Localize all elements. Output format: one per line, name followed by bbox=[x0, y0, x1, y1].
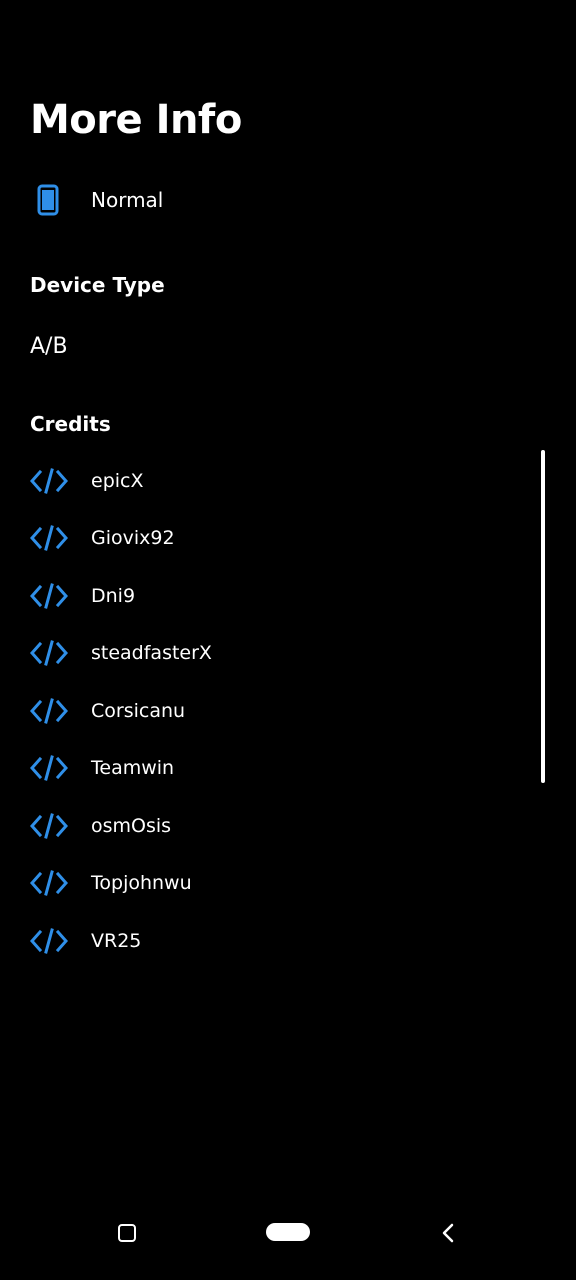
credits-list: epicX Giovix92 Dni9 steadfasterX Corsica… bbox=[30, 452, 212, 970]
credit-name: Topjohnwu bbox=[91, 872, 192, 895]
credit-item[interactable]: steadfasterX bbox=[30, 625, 212, 683]
device-type-heading: Device Type bbox=[30, 273, 165, 297]
credit-name: osmOsis bbox=[91, 814, 172, 837]
credit-item[interactable]: epicX bbox=[30, 452, 212, 510]
code-icon bbox=[30, 638, 68, 668]
credit-item[interactable]: Corsicanu bbox=[30, 682, 212, 740]
code-icon bbox=[30, 523, 68, 553]
credit-item[interactable]: Giovix92 bbox=[30, 510, 212, 568]
home-pill-icon[interactable] bbox=[266, 1223, 310, 1241]
code-icon bbox=[30, 581, 68, 611]
code-icon bbox=[30, 868, 68, 898]
credit-name: steadfasterX bbox=[91, 642, 212, 665]
mode-label: Normal bbox=[91, 188, 164, 212]
code-icon bbox=[30, 466, 68, 496]
scrollbar[interactable] bbox=[541, 450, 545, 783]
code-icon bbox=[30, 926, 68, 956]
device-type-value: A/B bbox=[30, 334, 68, 359]
recents-icon[interactable] bbox=[118, 1224, 136, 1242]
credit-item[interactable]: Teamwin bbox=[30, 740, 212, 798]
page-title: More Info bbox=[30, 97, 242, 143]
credit-name: Teamwin bbox=[91, 757, 175, 780]
credit-name: VR25 bbox=[91, 929, 142, 952]
credit-item[interactable]: Dni9 bbox=[30, 567, 212, 625]
back-chevron-icon[interactable] bbox=[438, 1222, 458, 1244]
code-icon bbox=[30, 753, 68, 783]
credit-item[interactable]: osmOsis bbox=[30, 797, 212, 855]
code-icon bbox=[30, 811, 68, 841]
credit-name: Corsicanu bbox=[91, 699, 186, 722]
credits-heading: Credits bbox=[30, 412, 111, 436]
credit-name: epicX bbox=[91, 469, 144, 492]
mode-row: Normal bbox=[30, 178, 163, 222]
smartphone-icon bbox=[30, 178, 66, 222]
credit-name: Dni9 bbox=[91, 584, 136, 607]
credit-name: Giovix92 bbox=[91, 527, 175, 550]
credit-item[interactable]: VR25 bbox=[30, 912, 212, 970]
code-icon bbox=[30, 696, 68, 726]
credit-item[interactable]: Topjohnwu bbox=[30, 855, 212, 913]
navigation-bar bbox=[0, 1190, 576, 1280]
